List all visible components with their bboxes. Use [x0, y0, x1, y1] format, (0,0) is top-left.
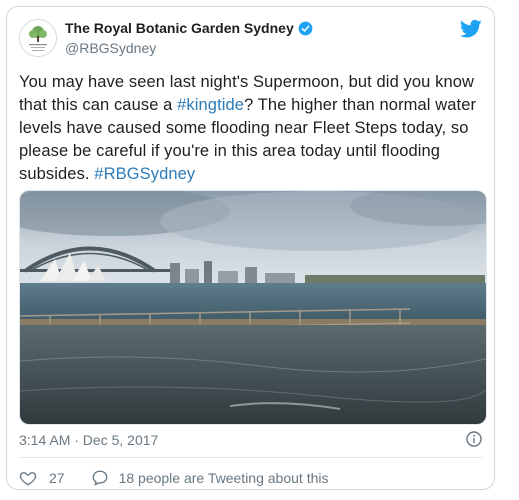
rbg-logo-icon[interactable]	[19, 19, 57, 57]
reply-bubble-icon[interactable]	[91, 469, 109, 487]
tweet-text: You may have seen last night's Supermoon…	[19, 71, 487, 186]
tweet-timestamp[interactable]: 3:14 AM · Dec 5, 2017	[19, 432, 158, 448]
author-handle[interactable]: @RBGSydney	[65, 40, 313, 56]
tweet-actions: 27 18 people are Tweeting about this	[19, 469, 328, 487]
author-name-text[interactable]: The Royal Botanic Garden Sydney	[65, 20, 294, 36]
author-name[interactable]: The Royal Botanic Garden Sydney	[65, 20, 313, 36]
hashtag-kingtide-link[interactable]: #kingtide	[177, 96, 244, 114]
hashtag-rbgsydney-link[interactable]: #RBGSydney	[94, 165, 195, 183]
info-icon[interactable]	[466, 431, 482, 447]
tweet-card: The Royal Botanic Garden Sydney @RBGSydn…	[6, 6, 495, 490]
like-count[interactable]: 27	[49, 470, 65, 486]
divider	[19, 457, 482, 458]
heart-icon[interactable]	[19, 469, 37, 487]
twitter-bird-icon[interactable]	[460, 19, 482, 39]
conversation-link[interactable]: 18 people are Tweeting about this	[119, 470, 329, 486]
author-block[interactable]: The Royal Botanic Garden Sydney @RBGSydn…	[65, 20, 313, 56]
tweet-photo[interactable]	[19, 190, 487, 425]
verified-badge-icon	[298, 21, 313, 35]
